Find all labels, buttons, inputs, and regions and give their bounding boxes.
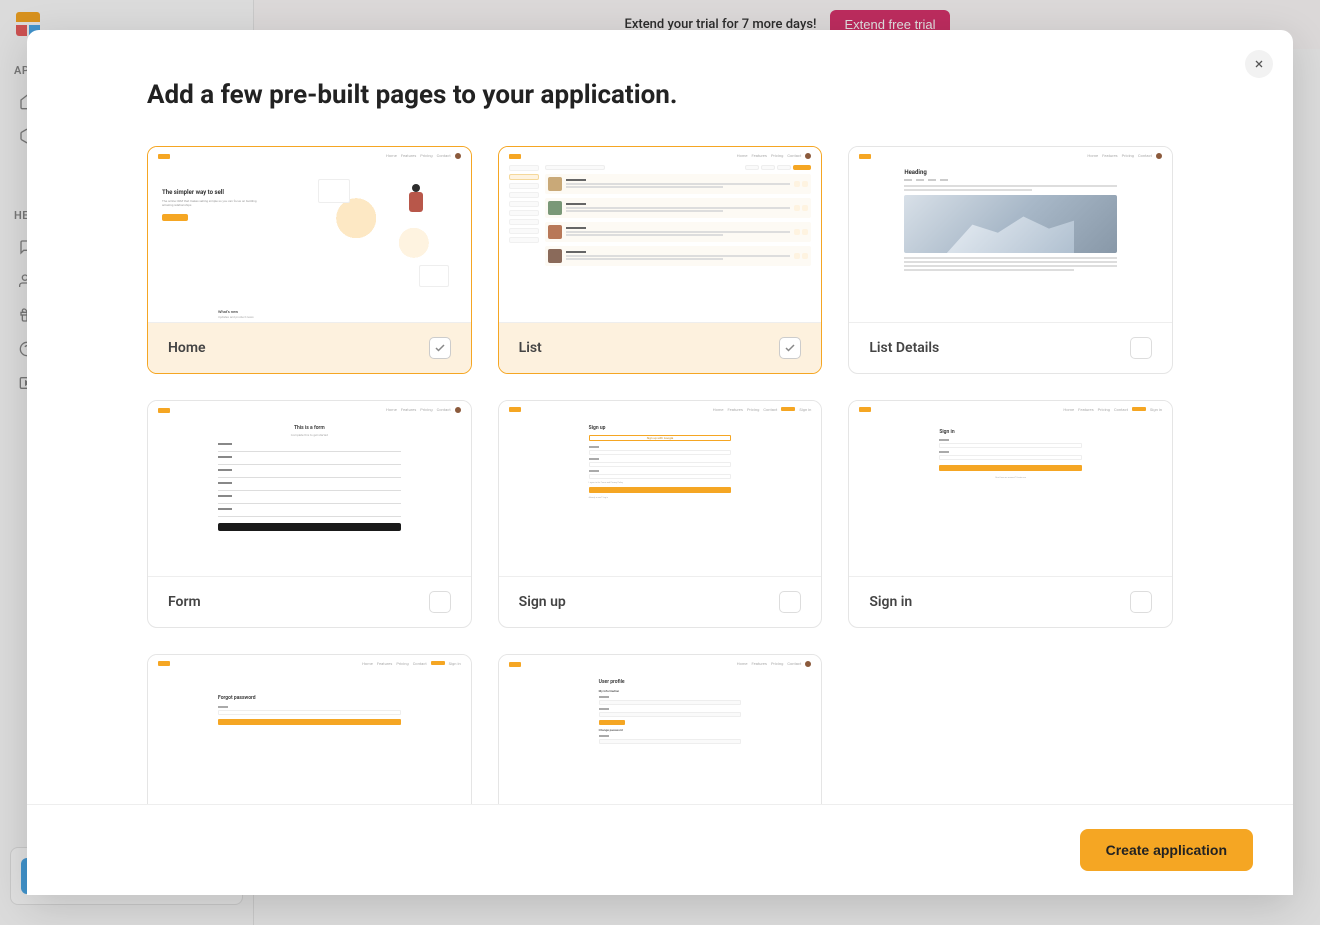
modal-body: Add a few pre-built pages to your applic… [27, 30, 1293, 804]
template-grid: HomeFeaturesPricingContact The simpler w… [147, 146, 1173, 804]
card-name: Home [168, 340, 206, 356]
template-card-signin[interactable]: HomeFeaturesPricingContactSign in Sign i… [848, 400, 1173, 628]
card-name: Sign up [519, 594, 566, 610]
preview-forgot-heading: Forgot password [218, 695, 401, 701]
close-icon [1253, 58, 1265, 70]
modal: Add a few pre-built pages to your applic… [27, 30, 1293, 895]
card-checkbox[interactable] [779, 337, 801, 359]
preview-profile-heading: User profile [599, 679, 742, 685]
template-card-home[interactable]: HomeFeaturesPricingContact The simpler w… [147, 146, 472, 374]
preview-heading: Heading [904, 169, 1117, 176]
card-preview: HomeFeaturesPricingContactSign in Sign u… [499, 401, 822, 577]
modal-footer: Create application [27, 804, 1293, 895]
card-preview: HomeFeaturesPricingContactSign in Sign i… [849, 401, 1172, 577]
card-preview: HomeFeaturesPricingContact Heading [849, 147, 1172, 323]
card-checkbox[interactable] [429, 337, 451, 359]
card-preview: HomeFeaturesPricingContact The simpler w… [148, 147, 471, 323]
create-application-button[interactable]: Create application [1080, 829, 1253, 871]
check-icon [434, 342, 446, 354]
card-preview: HomeFeaturesPricingContact User profile … [499, 655, 822, 804]
preview-google-button: Sign up with Google [589, 435, 732, 441]
check-icon [784, 342, 796, 354]
card-checkbox[interactable] [429, 591, 451, 613]
preview-signin-heading: Sign in [939, 429, 1082, 435]
card-checkbox[interactable] [1130, 591, 1152, 613]
card-checkbox[interactable] [1130, 337, 1152, 359]
card-name: List Details [869, 340, 939, 356]
card-preview: HomeFeaturesPricingContact [499, 147, 822, 323]
preview-profile-change: Change password [599, 728, 742, 732]
template-card-profile[interactable]: HomeFeaturesPricingContact User profile … [498, 654, 823, 804]
card-checkbox[interactable] [779, 591, 801, 613]
close-button[interactable] [1245, 50, 1273, 78]
card-name: Form [168, 594, 201, 610]
card-name: List [519, 340, 542, 356]
preview-signup-heading: Sign up [589, 425, 732, 431]
card-name: Sign in [869, 594, 912, 610]
template-card-signup[interactable]: HomeFeaturesPricingContactSign in Sign u… [498, 400, 823, 628]
preview-whats-new: What's new [218, 309, 238, 314]
template-card-forgot[interactable]: HomeFeaturesPricingContactSign in Forgot… [147, 654, 472, 804]
template-card-list[interactable]: HomeFeaturesPricingContact [498, 146, 823, 374]
card-preview: HomeFeaturesPricingContact This is a for… [148, 401, 471, 577]
preview-headline: The simpler way to sell [162, 189, 305, 196]
card-preview: HomeFeaturesPricingContactSign in Forgot… [148, 655, 471, 804]
template-card-list-details[interactable]: HomeFeaturesPricingContact Heading List … [848, 146, 1173, 374]
template-card-form[interactable]: HomeFeaturesPricingContact This is a for… [147, 400, 472, 628]
preview-form-title: This is a form [218, 425, 401, 431]
modal-title: Add a few pre-built pages to your applic… [147, 80, 1173, 110]
preview-profile-info: My information [599, 689, 742, 693]
